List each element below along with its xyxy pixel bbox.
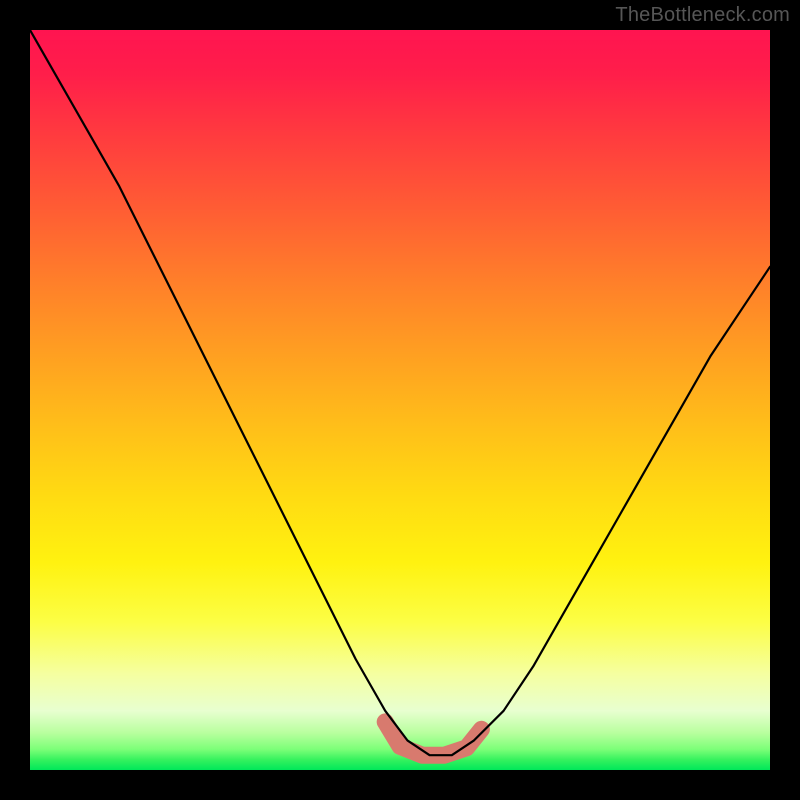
plot-area	[30, 30, 770, 770]
bottleneck-curve	[30, 30, 770, 755]
curve-layer	[30, 30, 770, 770]
watermark-text: TheBottleneck.com	[615, 4, 790, 27]
chart-frame: TheBottleneck.com	[0, 0, 800, 800]
